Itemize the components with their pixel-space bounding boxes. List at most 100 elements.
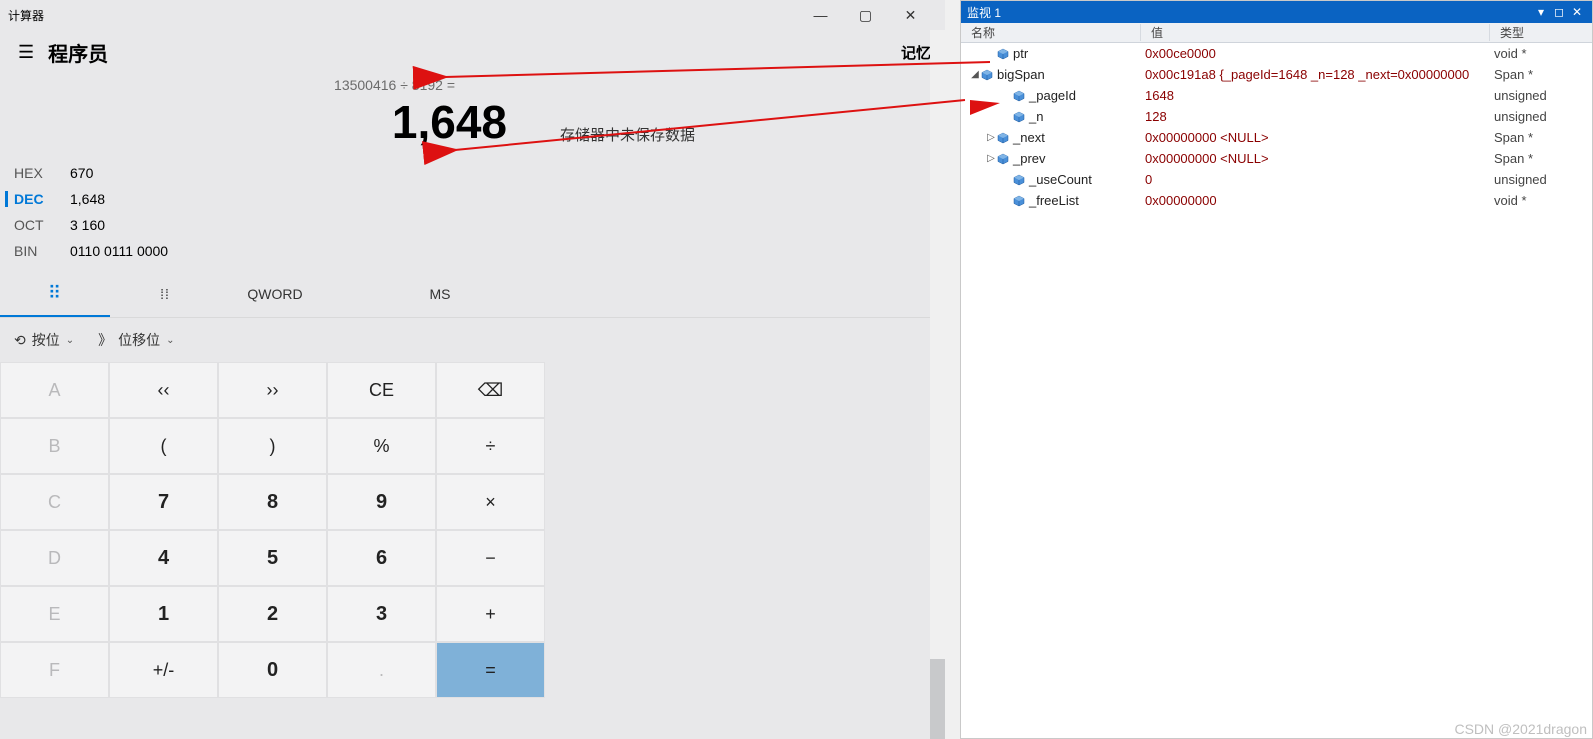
- key-)[interactable]: ): [218, 418, 327, 474]
- bit-toggling-icon[interactable]: ⁞⁞: [110, 271, 220, 317]
- key-dot: .: [327, 642, 436, 698]
- chevron-down-icon: ⌄: [166, 335, 174, 346]
- col-value[interactable]: 值: [1141, 24, 1490, 41]
- maximize-button[interactable]: ▢: [843, 0, 888, 30]
- key-a: A: [0, 362, 109, 418]
- watch-row[interactable]: _pageId1648unsigned: [961, 85, 1592, 106]
- variable-icon: [981, 69, 993, 81]
- key-([interactable]: (: [109, 418, 218, 474]
- key-multiply[interactable]: ×: [436, 474, 545, 530]
- var-name: _freeList: [1029, 193, 1079, 208]
- bitwise-icon: ⟲: [14, 332, 26, 349]
- key-3[interactable]: 3: [327, 586, 436, 642]
- bitshift-icon: 》: [98, 330, 112, 350]
- var-type: Span *: [1490, 130, 1592, 145]
- var-value: 0x00c191a8 {_pageId=1648 _n=128 _next=0x…: [1141, 67, 1490, 82]
- key-plus[interactable]: +: [436, 586, 545, 642]
- base-bin[interactable]: BIN0110 0111 0000: [14, 243, 931, 259]
- var-type: void *: [1490, 193, 1592, 208]
- expander-placeholder: [1001, 174, 1013, 185]
- col-type[interactable]: 类型: [1490, 24, 1592, 41]
- calc-mode-title: 程序员: [48, 38, 108, 67]
- bitshift-dropdown[interactable]: 》 位移位 ⌄: [98, 330, 174, 350]
- key-0[interactable]: 0: [218, 642, 327, 698]
- word-size-select[interactable]: QWORD: [220, 271, 330, 317]
- calc-keypad: A‹‹››CE⌫B()%÷C789×D456−E123+F+/-0.=: [0, 362, 945, 698]
- watermark: CSDN @2021dragon: [1454, 721, 1587, 737]
- result-row: 1,648: [0, 95, 945, 159]
- key-negate[interactable]: +/-: [109, 642, 218, 698]
- variable-icon: [1013, 195, 1025, 207]
- calc-modebar: ⠿ ⁞⁞ QWORD MS: [0, 271, 945, 318]
- key-b: B: [0, 418, 109, 474]
- key-minus[interactable]: −: [436, 530, 545, 586]
- chevron-down-icon: ⌄: [66, 335, 74, 346]
- key-2[interactable]: 2: [218, 586, 327, 642]
- watch-row[interactable]: _n128unsigned: [961, 106, 1592, 127]
- scroll-thumb[interactable]: [930, 659, 945, 739]
- watch-row[interactable]: _freeList0x00000000void *: [961, 190, 1592, 211]
- key-4[interactable]: 4: [109, 530, 218, 586]
- watch-row[interactable]: _useCount0unsigned: [961, 169, 1592, 190]
- base-oct[interactable]: OCT3 160: [14, 217, 931, 233]
- bitwise-dropdown[interactable]: ⟲ 按位 ⌄: [14, 330, 74, 350]
- variable-icon: [997, 48, 1009, 60]
- minimize-button[interactable]: —: [798, 0, 843, 30]
- key-8[interactable]: 8: [218, 474, 327, 530]
- key-lshift[interactable]: ‹‹: [109, 362, 218, 418]
- expander-placeholder: [1001, 90, 1013, 101]
- expand-icon[interactable]: ▷: [985, 153, 997, 164]
- expand-icon[interactable]: ▷: [985, 132, 997, 143]
- key-5[interactable]: 5: [218, 530, 327, 586]
- watch-row[interactable]: ptr 0x00ce0000void *: [961, 43, 1592, 64]
- key-divide[interactable]: ÷: [436, 418, 545, 474]
- collapse-icon[interactable]: ◢: [969, 69, 981, 80]
- key-d: D: [0, 530, 109, 586]
- key-1[interactable]: 1: [109, 586, 218, 642]
- base-hex[interactable]: HEX670: [14, 165, 931, 181]
- key-%[interactable]: %: [327, 418, 436, 474]
- key-f: F: [0, 642, 109, 698]
- calc-scrollbar[interactable]: [930, 30, 945, 739]
- base-display: HEX670 DEC1,648 OCT3 160 BIN0110 0111 00…: [0, 159, 945, 263]
- col-name[interactable]: 名称: [961, 24, 1141, 41]
- key-6[interactable]: 6: [327, 530, 436, 586]
- key-9[interactable]: 9: [327, 474, 436, 530]
- window-controls: — ▢ ✕: [798, 0, 937, 30]
- variable-icon: [1013, 111, 1025, 123]
- watch-close-icon[interactable]: ✕: [1568, 5, 1586, 19]
- variable-icon: [1013, 90, 1025, 102]
- var-name: ptr: [1013, 46, 1028, 61]
- var-value: 0x00000000 <NULL>: [1141, 130, 1490, 145]
- var-name: _useCount: [1029, 172, 1092, 187]
- watch-row[interactable]: ◢bigSpan0x00c191a8 {_pageId=1648 _n=128 …: [961, 64, 1592, 85]
- watch-titlebar: 监视 1 ▾ ◻ ✕: [961, 1, 1592, 23]
- key-7[interactable]: 7: [109, 474, 218, 530]
- var-name: _pageId: [1029, 88, 1076, 103]
- key-e: E: [0, 586, 109, 642]
- var-type: Span *: [1490, 151, 1592, 166]
- watch-menu-icon[interactable]: ▾: [1532, 5, 1550, 19]
- var-type: void *: [1490, 46, 1592, 61]
- key-equals[interactable]: =: [436, 642, 545, 698]
- watch-row[interactable]: ▷_prev0x00000000 <NULL>Span *: [961, 148, 1592, 169]
- variable-icon: [1013, 174, 1025, 186]
- watch-body: ptr0x00ce0000void *◢bigSpan0x00c191a8 {_…: [961, 43, 1592, 738]
- watch-panel: 监视 1 ▾ ◻ ✕ 名称 值 类型 ptr0x00ce0000void *◢b…: [960, 0, 1593, 739]
- var-value: 0x00000000 <NULL>: [1141, 151, 1490, 166]
- calc-app-title: 计算器: [8, 7, 798, 24]
- calculator-window: 计算器 — ▢ ✕ ☰ 程序员 记忆 13500416 ÷ 8192 = 1,6…: [0, 0, 945, 739]
- key-ce[interactable]: CE: [327, 362, 436, 418]
- var-value: 0x00ce0000: [1141, 46, 1490, 61]
- ms-button[interactable]: MS: [330, 271, 550, 317]
- var-type: Span *: [1490, 67, 1592, 82]
- keypad-view-icon[interactable]: ⠿: [0, 271, 110, 317]
- watch-restore-icon[interactable]: ◻: [1550, 5, 1568, 19]
- key-backspace[interactable]: ⌫: [436, 362, 545, 418]
- hamburger-icon[interactable]: ☰: [8, 36, 44, 69]
- watch-row[interactable]: ▷_next0x00000000 <NULL>Span *: [961, 127, 1592, 148]
- key-rshift[interactable]: ››: [218, 362, 327, 418]
- close-button[interactable]: ✕: [888, 0, 933, 30]
- var-type: unsigned: [1490, 88, 1592, 103]
- base-dec[interactable]: DEC1,648: [5, 191, 931, 207]
